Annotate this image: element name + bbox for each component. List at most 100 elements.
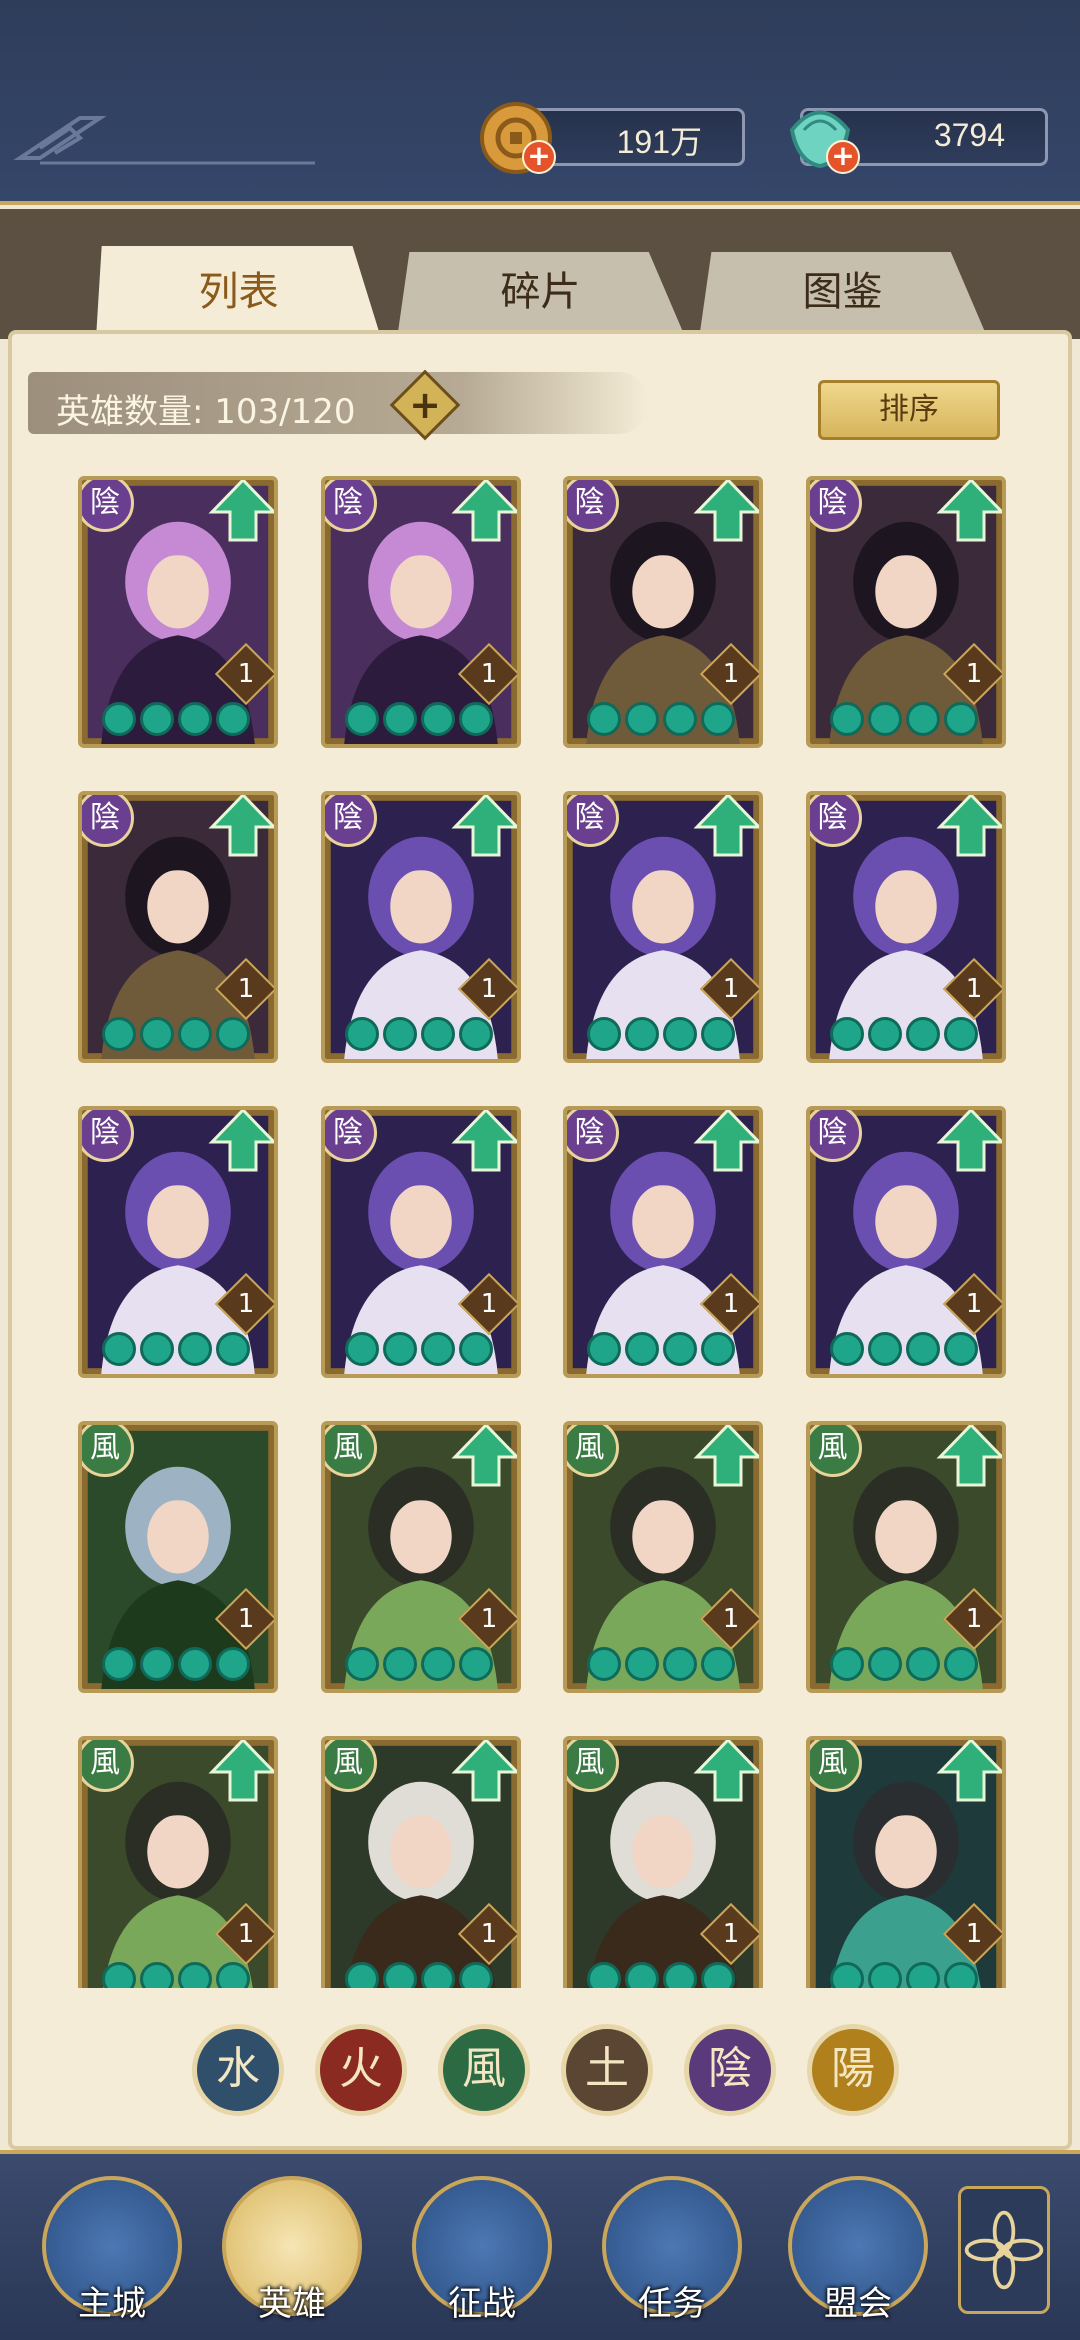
star-icon — [624, 702, 659, 736]
star-icon — [867, 1962, 902, 1988]
star-icon — [140, 1332, 174, 1366]
hero-card[interactable]: 風1 — [562, 1736, 763, 1988]
hero-card[interactable]: 陰1 — [78, 1106, 278, 1378]
hero-card[interactable]: 風1 — [562, 1421, 763, 1693]
hero-card[interactable]: 風1 — [78, 1736, 278, 1988]
star-icon — [829, 1962, 864, 1988]
tab-fragments[interactable]: 碎片 — [398, 252, 683, 332]
element-badge: 風 — [566, 1425, 619, 1477]
filter-earth-button[interactable]: 土 — [561, 2024, 653, 2116]
star-icon — [345, 1017, 379, 1051]
add-coin-button[interactable]: + — [522, 140, 556, 174]
star-icon — [624, 1647, 659, 1681]
upgrade-arrow-icon — [935, 480, 1002, 542]
hero-card[interactable]: 風1 — [321, 1736, 521, 1988]
hero-count-label: 英雄数量: 103/120 — [56, 392, 356, 432]
star-icon — [383, 1647, 417, 1681]
nav-quest[interactable]: 任务 — [602, 2176, 742, 2326]
element-badge: 風 — [809, 1425, 862, 1477]
hero-stars — [829, 1647, 990, 1681]
star-icon — [905, 1332, 940, 1366]
hero-card[interactable]: 風1 — [78, 1421, 278, 1693]
star-icon — [662, 1647, 697, 1681]
star-icon — [140, 1962, 174, 1988]
star-icon — [178, 702, 212, 736]
star-icon — [624, 1017, 659, 1051]
hero-card[interactable]: 陰1 — [562, 1106, 763, 1378]
hero-stars — [829, 1962, 990, 1988]
star-icon — [943, 1017, 978, 1051]
sort-button[interactable]: 排序 — [818, 380, 1000, 440]
nav-battle[interactable]: 征战 — [412, 2176, 552, 2326]
hero-card[interactable]: 陰1 — [78, 476, 278, 748]
hero-card[interactable]: 陰1 — [78, 791, 278, 1063]
star-icon — [943, 1332, 978, 1366]
coin-amount: 191万 — [616, 124, 702, 160]
filter-fire-button[interactable]: 火 — [315, 2024, 407, 2116]
star-icon — [700, 702, 735, 736]
star-icon — [459, 1332, 493, 1366]
hero-card[interactable]: 陰1 — [805, 1106, 1006, 1378]
nav-label: 征战 — [448, 2284, 516, 2324]
nav-label: 任务 — [638, 2284, 706, 2324]
hero-card[interactable]: 陰1 — [321, 1106, 521, 1378]
hero-card[interactable]: 風1 — [321, 1421, 521, 1693]
upgrade-arrow-icon — [935, 1110, 1002, 1172]
star-icon — [421, 1017, 455, 1051]
star-icon — [624, 1332, 659, 1366]
star-icon — [867, 702, 902, 736]
hero-stars — [102, 1647, 262, 1681]
hero-card[interactable]: 風1 — [805, 1421, 1006, 1693]
hero-stars — [586, 702, 747, 736]
star-icon — [867, 1647, 902, 1681]
filter-yang-button[interactable]: 陽 — [807, 2024, 899, 2116]
filter-yin-button[interactable]: 陰 — [684, 2024, 776, 2116]
more-menu-button[interactable] — [958, 2186, 1050, 2314]
star-icon — [421, 702, 455, 736]
hero-stars — [102, 1332, 262, 1366]
nav-label: 主城 — [78, 2284, 146, 2324]
star-icon — [700, 1332, 735, 1366]
star-icon — [829, 702, 864, 736]
gem-amount: 3794 — [933, 117, 1005, 153]
star-icon — [943, 702, 978, 736]
filter-wind-button[interactable]: 風 — [438, 2024, 530, 2116]
hero-card[interactable]: 陰1 — [805, 476, 1006, 748]
add-gem-button[interactable]: + — [826, 140, 860, 174]
star-icon — [586, 1647, 621, 1681]
hero-card[interactable]: 陰1 — [562, 476, 763, 748]
hero-grid: 陰1 陰1 陰1 陰1 陰 1 陰 1 陰 1 陰 1 陰 1 陰 1 陰 1 … — [78, 468, 1008, 1988]
upgrade-arrow-icon — [451, 1110, 517, 1172]
star-icon — [867, 1332, 902, 1366]
hero-stars — [829, 1332, 990, 1366]
hero-card[interactable]: 陰1 — [805, 791, 1006, 1063]
star-icon — [586, 702, 621, 736]
hero-stars — [102, 1962, 262, 1988]
upgrade-arrow-icon — [935, 1425, 1002, 1487]
star-icon — [662, 1017, 697, 1051]
hero-stars — [829, 1017, 990, 1051]
star-icon — [459, 1647, 493, 1681]
filter-water-button[interactable]: 水 — [192, 2024, 284, 2116]
element-badge: 陰 — [809, 795, 862, 847]
tab-list[interactable]: 列表 — [96, 246, 381, 338]
nav-hero[interactable]: 英雄 — [222, 2176, 362, 2326]
hero-card[interactable]: 陰1 — [562, 791, 763, 1063]
star-icon — [905, 1962, 940, 1988]
element-badge: 風 — [809, 1740, 862, 1792]
upgrade-arrow-icon — [451, 480, 517, 542]
star-icon — [459, 1962, 493, 1988]
hero-card[interactable]: 陰1 — [321, 476, 521, 748]
star-icon — [345, 702, 379, 736]
hero-card[interactable]: 風1 — [805, 1736, 1006, 1988]
nav-guild[interactable]: 盟会 — [788, 2176, 928, 2326]
hero-stars — [102, 702, 262, 736]
tab-codex[interactable]: 图鉴 — [700, 252, 985, 332]
hero-card[interactable]: 陰1 — [321, 791, 521, 1063]
upgrade-arrow-icon — [451, 1740, 517, 1802]
star-icon — [383, 1962, 417, 1988]
star-icon — [345, 1647, 379, 1681]
element-badge: 風 — [566, 1740, 619, 1792]
star-icon — [216, 1647, 250, 1681]
nav-castle[interactable]: 主城 — [42, 2176, 182, 2326]
